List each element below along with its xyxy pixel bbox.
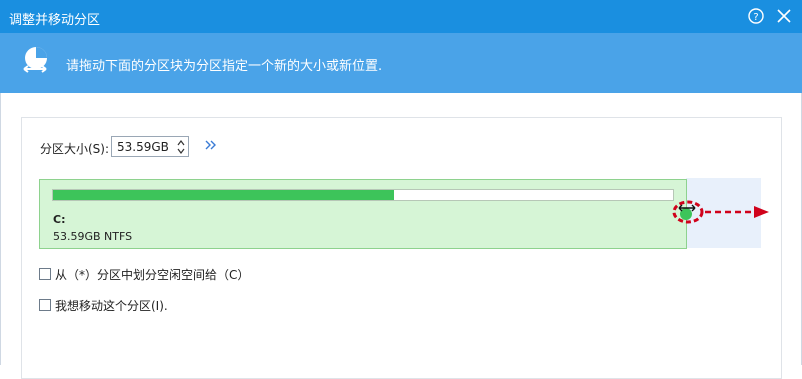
svg-text:?: ? <box>753 12 758 23</box>
usage-bar <box>52 189 674 201</box>
double-chevron-right-icon[interactable] <box>203 137 219 153</box>
window-border <box>0 93 1 365</box>
option-allocate-free-space[interactable]: 从（*）分区中划分空闲空间给（C） <box>39 266 249 282</box>
spin-up-icon[interactable] <box>176 139 186 147</box>
instruction-text: 请拖动下面的分区块为分区指定一个新的大小或新位置. <box>66 59 383 74</box>
size-input[interactable]: 53.59GB <box>111 136 189 157</box>
option-label: 我想移动这个分区(I). <box>55 298 168 313</box>
title-bar: 调整并移动分区 ? <box>0 0 802 33</box>
help-icon[interactable]: ? <box>746 6 766 26</box>
usage-fill <box>53 190 394 200</box>
close-icon[interactable] <box>774 6 794 26</box>
instruction-banner: 请拖动下面的分区块为分区指定一个新的大小或新位置. <box>0 33 802 93</box>
drive-letter: C: <box>53 213 66 226</box>
checkbox[interactable] <box>39 268 51 280</box>
size-value: 53.59GB <box>117 140 169 154</box>
option-label: 从（*）分区中划分空闲空间给（C） <box>55 267 250 282</box>
checkbox[interactable] <box>39 299 51 311</box>
window-title: 调整并移动分区 <box>9 13 101 28</box>
resize-handle[interactable] <box>671 197 705 227</box>
partition-move-icon <box>23 47 47 73</box>
drag-direction-arrow-icon <box>705 206 769 218</box>
option-move-partition[interactable]: 我想移动这个分区(I). <box>39 297 168 313</box>
partition-block[interactable]: C: 53.59GB NTFS <box>39 179 687 249</box>
spin-down-icon[interactable] <box>176 147 186 155</box>
partition-info: 53.59GB NTFS <box>53 230 133 243</box>
size-label: 分区大小(S): <box>40 142 110 156</box>
